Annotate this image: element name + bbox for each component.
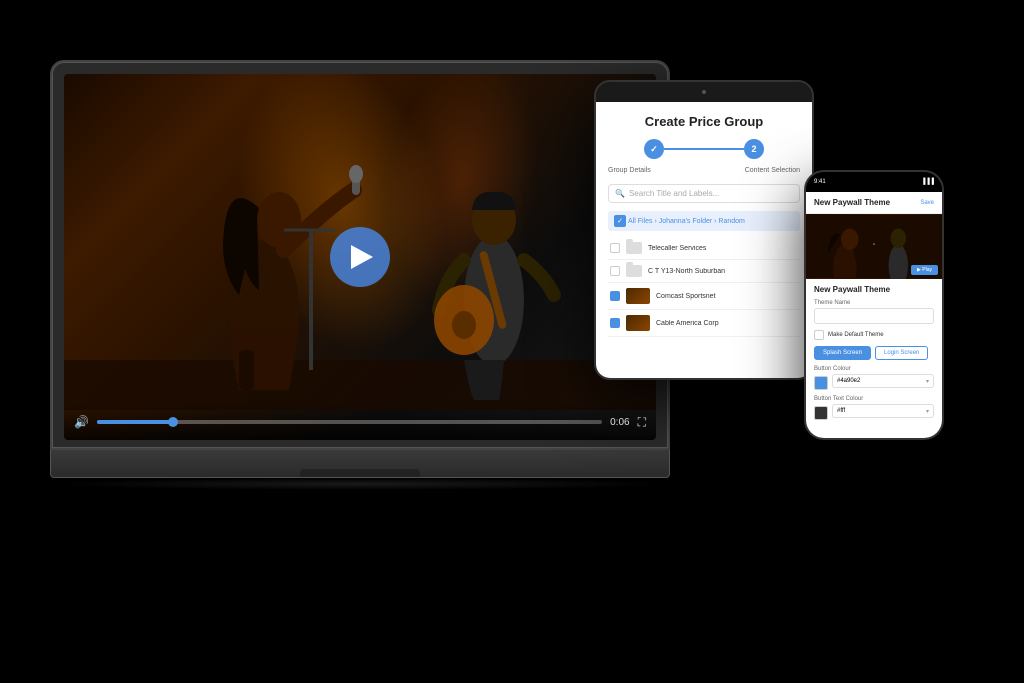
file-checkbox-2[interactable] <box>610 266 620 276</box>
laptop-screen-inner: 🔊 0:06 ⛶ <box>64 74 656 440</box>
button-text-colour-select[interactable]: #fff ▾ <box>832 404 934 418</box>
theme-name-input[interactable] <box>814 308 934 324</box>
button-colour-swatch: #4a90e2 ▾ <box>814 374 934 392</box>
chevron-down-icon: ▾ <box>926 378 929 385</box>
button-colour-label: Button Colour <box>814 366 934 372</box>
laptop-shadow <box>50 478 670 490</box>
step-1-circle: ✓ <box>644 139 664 159</box>
step-line <box>664 148 744 150</box>
tablet-search[interactable]: 🔍 Search Title and Labels... <box>608 184 800 203</box>
video-controls: 🔊 0:06 ⛶ <box>64 404 656 440</box>
search-icon: 🔍 <box>615 189 625 198</box>
file-name-3: Comcast Sportsnet <box>656 293 798 300</box>
video-thumbnail-4 <box>626 315 650 331</box>
breadcrumb-text: All Files › Johanna's Folder › Random <box>628 218 745 225</box>
login-screen-tab[interactable]: Login Screen <box>875 346 928 360</box>
file-name-2: C T Y13-North Suburban <box>648 268 798 275</box>
button-text-colour-label: Button Text Colour <box>814 396 934 402</box>
step-1-label: Group Details <box>608 167 651 174</box>
laptop-screen-outer: 🔊 0:06 ⛶ <box>50 60 670 450</box>
text-colour-select-value: #fff <box>837 408 845 414</box>
step-2-label: Content Selection <box>745 167 800 174</box>
phone-header: New Paywall Theme Save <box>806 192 942 214</box>
phone-form: New Paywall Theme Theme Name Make Defaul… <box>806 279 942 432</box>
default-theme-checkbox[interactable] <box>814 330 824 340</box>
breadcrumb-check: ✓ <box>614 215 626 227</box>
phone-header-title: New Paywall Theme <box>814 198 890 207</box>
table-row: C T Y13-North Suburban <box>608 260 800 283</box>
button-colour-box[interactable] <box>814 376 828 390</box>
laptop-device: 🔊 0:06 ⛶ <box>50 60 670 490</box>
tablet-breadcrumb: ✓ All Files › Johanna's Folder › Random <box>608 211 800 231</box>
fullscreen-icon[interactable]: ⛶ <box>638 415 646 430</box>
button-text-colour-box[interactable] <box>814 406 828 420</box>
table-row: Comcast Sportsnet <box>608 283 800 310</box>
file-checkbox-1[interactable] <box>610 243 620 253</box>
step-indicator: ✓ 2 <box>608 139 800 159</box>
button-text-colour-swatch: #fff ▾ <box>814 404 934 422</box>
phone-video-thumbnail: ▶ Play <box>806 214 942 279</box>
tablet-title: Create Price Group <box>608 114 800 129</box>
phone-notch-bar: 9:41 ▐▐▐ <box>806 172 942 192</box>
volume-icon[interactable]: 🔊 <box>74 415 89 429</box>
phone-device: 9:41 ▐▐▐ New Paywall Theme Save <box>804 170 944 440</box>
phone-notch <box>854 172 894 184</box>
step-2-circle: 2 <box>744 139 764 159</box>
theme-name-label: Theme Name <box>814 300 934 306</box>
progress-fill <box>97 420 173 424</box>
default-checkbox-row: Make Default Theme <box>814 330 934 340</box>
file-name-1: Telecaller Services <box>648 245 798 252</box>
phone-play-button[interactable]: ▶ Play <box>911 265 938 275</box>
main-scene: 🔊 0:06 ⛶ Create Price Group <box>0 0 1024 683</box>
video-thumbnail-3 <box>626 288 650 304</box>
table-row: Cable America Corp <box>608 310 800 337</box>
laptop-base <box>50 450 670 478</box>
phone-battery: ▐▐▐ <box>921 179 934 185</box>
tablet-device: Create Price Group ✓ 2 Group Details Con… <box>594 80 814 380</box>
button-colour-select[interactable]: #4a90e2 ▾ <box>832 374 934 388</box>
phone-section-title: New Paywall Theme <box>814 285 934 294</box>
concert-scene: 🔊 0:06 ⛶ <box>64 74 656 440</box>
video-time: 0:06 <box>610 417 629 428</box>
file-name-4: Cable America Corp <box>656 320 798 327</box>
folder-icon <box>626 265 642 277</box>
file-checkbox-4[interactable] <box>610 318 620 328</box>
play-button[interactable] <box>330 227 390 287</box>
splash-screen-tab[interactable]: Splash Screen <box>814 346 871 360</box>
phone-save-button[interactable]: Save <box>920 200 934 206</box>
chevron-down-icon: ▾ <box>926 408 929 415</box>
screen-tab-row: Splash Screen Login Screen <box>814 346 934 360</box>
tablet-camera <box>702 90 706 94</box>
play-icon <box>351 245 373 269</box>
progress-bar[interactable] <box>97 420 602 424</box>
laptop-notch <box>300 469 420 477</box>
folder-icon <box>626 242 642 254</box>
tablet-top-bar <box>596 82 812 102</box>
table-row: Telecaller Services <box>608 237 800 260</box>
search-placeholder: Search Title and Labels... <box>629 189 719 198</box>
tablet-content: Create Price Group ✓ 2 Group Details Con… <box>596 102 812 378</box>
phone-content: New Paywall Theme Save ▶ Play <box>806 192 942 438</box>
file-checkbox-3[interactable] <box>610 291 620 301</box>
default-checkbox-label: Make Default Theme <box>828 332 884 338</box>
colour-select-value: #4a90e2 <box>837 378 860 384</box>
step-labels: Group Details Content Selection <box>608 167 800 174</box>
phone-time: 9:41 <box>814 179 826 185</box>
progress-dot <box>168 417 178 427</box>
